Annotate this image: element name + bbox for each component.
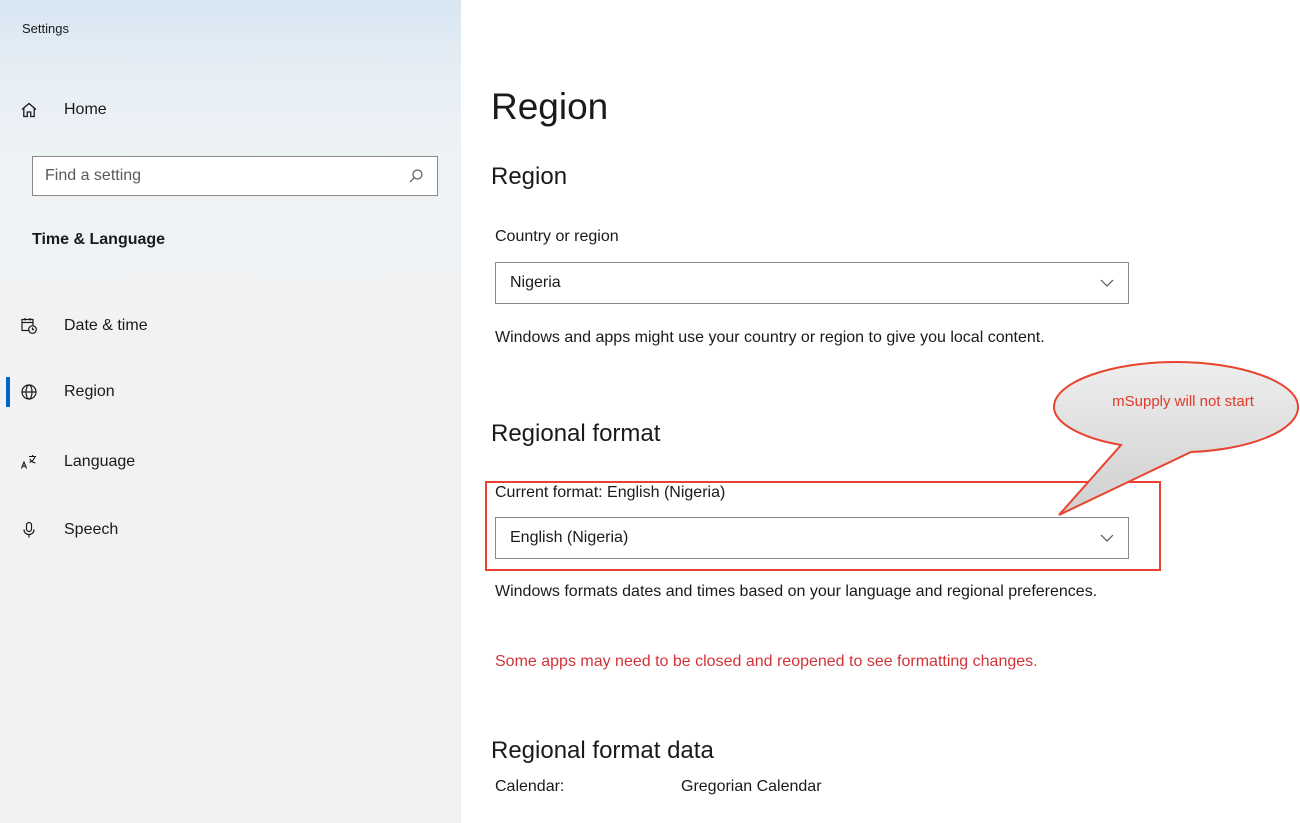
section-heading: Time & Language — [32, 231, 166, 248]
home-icon — [18, 99, 40, 121]
main-content: Region Region Country or region Nigeria … — [461, 0, 1300, 823]
calendar-value: Gregorian Calendar — [681, 778, 822, 795]
sidebar-item-label: Date & time — [64, 317, 148, 334]
settings-window: Settings Home Time & Language — [0, 0, 1300, 823]
country-value: Nigeria — [510, 274, 561, 291]
sidebar-item-label: Home — [64, 101, 107, 118]
region-section-heading: Region — [491, 163, 568, 190]
format-warning: Some apps may need to be closed and reop… — [495, 653, 1038, 670]
app-title: Settings — [22, 21, 69, 36]
sidebar-item-date-time[interactable]: Date & time — [18, 306, 438, 346]
globe-icon — [18, 381, 40, 403]
microphone-icon — [18, 519, 40, 541]
sidebar-item-label: Language — [64, 453, 136, 470]
regional-format-dropdown[interactable]: English (Nigeria) — [495, 517, 1129, 559]
chevron-down-icon — [1100, 274, 1114, 292]
sidebar-item-language[interactable]: Language — [18, 442, 438, 482]
regional-format-data-heading: Regional format data — [491, 737, 714, 764]
annotation-callout-text: mSupply will not start — [1112, 393, 1254, 410]
format-description: Windows formats dates and times based on… — [495, 583, 1098, 600]
calendar-label: Calendar: — [495, 778, 565, 795]
sidebar: Settings Home Time & Language — [0, 0, 461, 823]
country-dropdown[interactable]: Nigeria — [495, 262, 1129, 304]
search-field[interactable] — [32, 156, 438, 196]
search-icon[interactable] — [401, 168, 431, 184]
calendar-clock-icon — [18, 315, 40, 337]
sidebar-item-region[interactable]: Region — [18, 372, 438, 412]
sidebar-item-home[interactable]: Home — [18, 93, 438, 127]
current-format-label: Current format: English (Nigeria) — [495, 484, 726, 501]
sidebar-item-label: Region — [64, 383, 115, 400]
active-indicator — [6, 377, 10, 407]
sidebar-item-label: Speech — [64, 521, 119, 538]
language-icon — [18, 451, 40, 473]
region-description: Windows and apps might use your country … — [495, 329, 1045, 346]
country-label: Country or region — [495, 228, 619, 245]
sidebar-item-speech[interactable]: Speech — [18, 510, 438, 550]
format-value: English (Nigeria) — [510, 529, 629, 546]
annotation-callout-bubble — [1052, 360, 1300, 516]
search-input[interactable] — [33, 156, 401, 196]
regional-format-heading: Regional format — [491, 420, 661, 447]
page-title: Region — [491, 86, 609, 127]
